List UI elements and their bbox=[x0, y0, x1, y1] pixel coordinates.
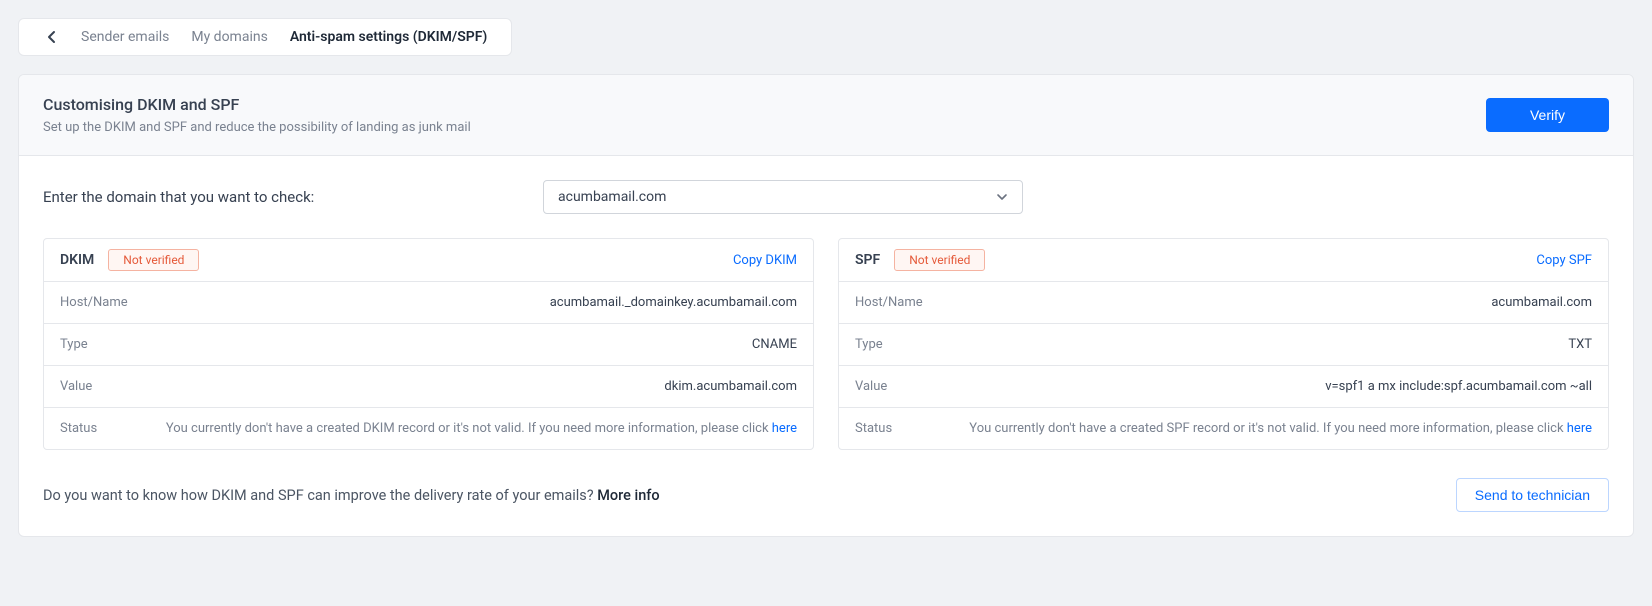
copy-dkim-link[interactable]: Copy DKIM bbox=[733, 253, 797, 268]
dkim-host-value: acumbamail._domainkey.acumbamail.com bbox=[550, 295, 797, 310]
dkim-host-row: Host/Name acumbamail._domainkey.acumbama… bbox=[44, 282, 813, 324]
dkim-status-row: Status You currently don't have a create… bbox=[44, 408, 813, 449]
dkim-title: DKIM bbox=[60, 252, 94, 268]
tabs-card: Sender emails My domains Anti-spam setti… bbox=[18, 18, 512, 56]
spf-here-link[interactable]: here bbox=[1567, 421, 1592, 436]
dkim-status-text: You currently don't have a created DKIM … bbox=[117, 421, 797, 436]
page-title: Customising DKIM and SPF bbox=[43, 95, 471, 114]
spf-status-badge: Not verified bbox=[894, 249, 985, 271]
dkim-value-value: dkim.acumbamail.com bbox=[664, 379, 797, 394]
spf-panel-header: SPF Not verified Copy SPF bbox=[839, 239, 1608, 282]
label-status: Status bbox=[855, 421, 892, 436]
footer-question: Do you want to know how DKIM and SPF can… bbox=[43, 487, 660, 504]
dkim-type-value: CNAME bbox=[752, 337, 797, 352]
label-value: Value bbox=[855, 379, 887, 394]
dkim-panel: DKIM Not verified Copy DKIM Host/Name ac… bbox=[43, 238, 814, 450]
label-host: Host/Name bbox=[60, 295, 128, 310]
page-subtitle: Set up the DKIM and SPF and reduce the p… bbox=[43, 120, 471, 135]
spf-panel: SPF Not verified Copy SPF Host/Name acum… bbox=[838, 238, 1609, 450]
tab-sender-emails[interactable]: Sender emails bbox=[81, 29, 169, 45]
dkim-here-link[interactable]: here bbox=[772, 421, 797, 436]
panels: DKIM Not verified Copy DKIM Host/Name ac… bbox=[43, 238, 1609, 450]
label-status: Status bbox=[60, 421, 97, 436]
header-titles: Customising DKIM and SPF Set up the DKIM… bbox=[43, 95, 471, 135]
verify-button[interactable]: Verify bbox=[1486, 98, 1609, 132]
more-info-link[interactable]: More info bbox=[597, 487, 659, 504]
spf-value-row: Value v=spf1 a mx include:spf.acumbamail… bbox=[839, 366, 1608, 408]
card-body: Enter the domain that you want to check:… bbox=[19, 156, 1633, 536]
tab-my-domains[interactable]: My domains bbox=[191, 29, 267, 45]
back-button[interactable] bbox=[43, 29, 59, 45]
copy-spf-link[interactable]: Copy SPF bbox=[1536, 253, 1592, 268]
tab-antispam-settings[interactable]: Anti-spam settings (DKIM/SPF) bbox=[290, 29, 488, 45]
spf-title: SPF bbox=[855, 252, 880, 268]
label-type: Type bbox=[855, 337, 883, 352]
domain-select-value: acumbamail.com bbox=[558, 189, 666, 205]
dkim-value-row: Value dkim.acumbamail.com bbox=[44, 366, 813, 408]
spf-value-value: v=spf1 a mx include:spf.acumbamail.com ~… bbox=[1325, 379, 1592, 394]
footer-row: Do you want to know how DKIM and SPF can… bbox=[43, 478, 1609, 512]
spf-type-value: TXT bbox=[1568, 337, 1592, 352]
main-card: Customising DKIM and SPF Set up the DKIM… bbox=[18, 74, 1634, 537]
chevron-left-icon bbox=[47, 30, 56, 44]
label-value: Value bbox=[60, 379, 92, 394]
spf-host-value: acumbamail.com bbox=[1491, 295, 1592, 310]
spf-status-row: Status You currently don't have a create… bbox=[839, 408, 1608, 449]
domain-row: Enter the domain that you want to check:… bbox=[43, 180, 1609, 214]
label-host: Host/Name bbox=[855, 295, 923, 310]
send-to-technician-button[interactable]: Send to technician bbox=[1456, 478, 1609, 512]
dkim-status-badge: Not verified bbox=[108, 249, 199, 271]
label-type: Type bbox=[60, 337, 88, 352]
card-header: Customising DKIM and SPF Set up the DKIM… bbox=[19, 75, 1633, 156]
domain-prompt: Enter the domain that you want to check: bbox=[43, 188, 503, 206]
dkim-type-row: Type CNAME bbox=[44, 324, 813, 366]
spf-status-text: You currently don't have a created SPF r… bbox=[912, 421, 1592, 436]
dkim-panel-header: DKIM Not verified Copy DKIM bbox=[44, 239, 813, 282]
domain-select[interactable]: acumbamail.com bbox=[543, 180, 1023, 214]
chevron-down-icon bbox=[996, 193, 1008, 201]
spf-type-row: Type TXT bbox=[839, 324, 1608, 366]
spf-host-row: Host/Name acumbamail.com bbox=[839, 282, 1608, 324]
